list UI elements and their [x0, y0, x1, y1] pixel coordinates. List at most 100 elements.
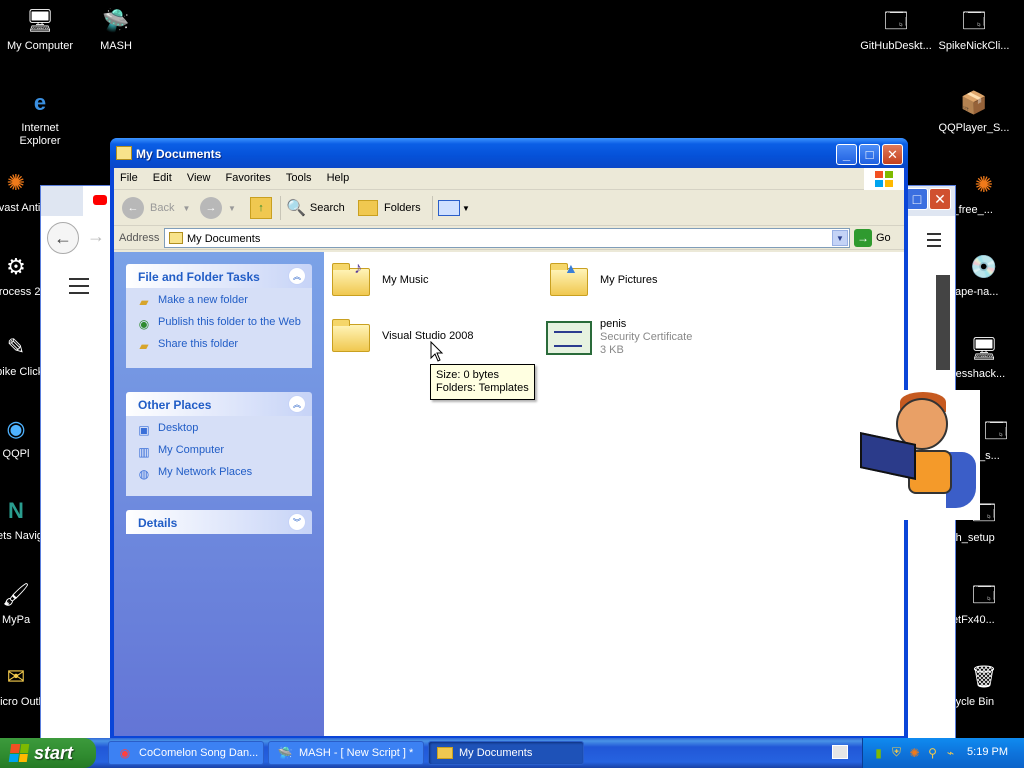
- browser-scrollbar-thumb[interactable]: [936, 275, 950, 370]
- shield-icon[interactable]: ⛨: [889, 745, 904, 760]
- desktop-icon-recycle-bin[interactable]: 🗑 ecycle Bin: [944, 660, 1024, 709]
- file-item-security-certificate[interactable]: penis Security Certificate 3 KB: [546, 318, 692, 357]
- menu-file[interactable]: File: [114, 168, 144, 184]
- desktop-icon-github-desktop[interactable]: 🗔 GitHubDeskt...: [856, 4, 936, 53]
- folder-item-my-music[interactable]: ♪ My Music: [330, 260, 428, 300]
- keyboard-icon[interactable]: [832, 745, 848, 759]
- taskbar-item-mash[interactable]: 🛸 MASH - [ New Script ] *: [268, 741, 424, 765]
- outlook-icon: ✉: [6, 663, 26, 689]
- my-network-places-link[interactable]: ◍ My Network Places: [136, 466, 302, 482]
- make-new-folder-link[interactable]: ▰ Make a new folder: [136, 294, 302, 310]
- qqplayer-icon: ◉: [6, 415, 26, 441]
- go-button[interactable]: → Go: [854, 229, 891, 247]
- panel-header[interactable]: File and Folder Tasks ︽: [126, 264, 312, 288]
- taskbar: start ◉ CoComelon Song Dan... 🛸 MASH - […: [0, 738, 1024, 768]
- close-button[interactable]: ✕: [882, 144, 903, 165]
- desktop-icon-mash[interactable]: 🛸 MASH: [76, 4, 156, 53]
- item-info: penis Security Certificate 3 KB: [600, 318, 692, 357]
- panel-body: ▣ Desktop ▥ My Computer ◍ My Network Pla…: [126, 416, 312, 496]
- folders-icon: [358, 200, 378, 216]
- chevron-down-icon: ▼: [228, 203, 236, 213]
- address-bar: Address My Documents ▼ → Go: [114, 226, 904, 250]
- my-computer-link[interactable]: ▥ My Computer: [136, 444, 302, 460]
- back-button[interactable]: ← Back ▼: [122, 196, 190, 220]
- forward-arrow-icon: →: [200, 197, 222, 219]
- clock[interactable]: 5:19 PM: [967, 746, 1008, 758]
- monitor-icon: 🖥: [970, 335, 998, 361]
- menu-view[interactable]: View: [181, 168, 217, 184]
- item-name: Visual Studio 2008: [382, 329, 474, 342]
- desktop-link[interactable]: ▣ Desktop: [136, 422, 302, 438]
- item-name: My Pictures: [600, 273, 658, 286]
- window-titlebar[interactable]: My Documents _ □ ✕: [110, 138, 908, 168]
- taskbar-item-my-documents[interactable]: My Documents: [428, 741, 584, 765]
- menu-edit[interactable]: Edit: [147, 168, 178, 184]
- folders-button[interactable]: Folders: [358, 196, 421, 220]
- address-dropdown-icon[interactable]: ▼: [832, 230, 848, 246]
- forward-button[interactable]: → ▼: [200, 196, 236, 220]
- toolbar-separator: [432, 196, 433, 220]
- installer-icon: 🗔: [972, 581, 996, 607]
- desktop-icon-spikenickclick[interactable]: 🗔 SpikeNickCli...: [934, 4, 1014, 53]
- browser-forward-icon[interactable]: →: [87, 226, 105, 247]
- views-button[interactable]: ▼: [438, 196, 470, 220]
- network-tray-icon[interactable]: ⌁: [943, 745, 958, 760]
- window-title: My Documents: [136, 147, 222, 161]
- tray-app-icon[interactable]: ▮: [871, 745, 886, 760]
- task-pane: File and Folder Tasks ︽ ▰ Make a new fol…: [114, 252, 324, 736]
- desktop-icon-avast-free[interactable]: ✺ st_free_...: [944, 168, 1024, 217]
- address-input[interactable]: My Documents ▼: [164, 228, 850, 248]
- browser-back-icon[interactable]: ←: [47, 222, 79, 254]
- music-folder-icon: ♪: [330, 260, 374, 300]
- publish-to-web-link[interactable]: ◉ Publish this folder to the Web: [136, 316, 302, 332]
- link-label: Share this folder: [158, 338, 239, 350]
- maximize-button[interactable]: □: [859, 144, 880, 165]
- window-body: File Edit View Favorites Tools Help ← Ba…: [114, 168, 904, 736]
- desktop-icon-internet-explorer[interactable]: e Internet Explorer: [0, 86, 80, 148]
- start-button[interactable]: start: [0, 738, 96, 768]
- menu-help[interactable]: Help: [321, 168, 356, 184]
- avast-icon: ✺: [6, 169, 26, 195]
- desktop-icon-label: scape-na...: [944, 286, 999, 298]
- browser-menu-icon[interactable]: [927, 233, 941, 251]
- desktop-icon-my-computer[interactable]: 🖥 My Computer: [0, 4, 80, 53]
- collapse-chevron-icon[interactable]: ︽: [288, 395, 306, 413]
- link-label: Desktop: [158, 422, 199, 434]
- desktop-icon-qqplayer-setup[interactable]: 📦 QQPlayer_S...: [934, 86, 1014, 135]
- share-folder-link[interactable]: ▰ Share this folder: [136, 338, 302, 354]
- menu-tools[interactable]: Tools: [280, 168, 318, 184]
- chevron-down-icon: ▼: [182, 203, 191, 213]
- desktop-icon-label: My Computer: [6, 40, 74, 52]
- link-label: My Network Places: [158, 466, 253, 478]
- browser-maximize-button[interactable]: □: [906, 188, 928, 210]
- folder-item-my-pictures[interactable]: ▲ My Pictures: [548, 260, 657, 300]
- search-button[interactable]: 🔍 Search: [286, 196, 345, 220]
- panel-header[interactable]: Details ︾: [126, 510, 312, 534]
- desktop-icon-netscape-nav[interactable]: 💿 scape-na...: [944, 250, 1024, 299]
- search-icon: 🔍: [286, 200, 306, 217]
- taskbar-item-cocomelon[interactable]: ◉ CoComelon Song Dan...: [108, 741, 264, 765]
- hamburger-menu-icon[interactable]: [69, 278, 89, 299]
- desktop-icon-label: SpikeNickCli...: [938, 40, 1010, 52]
- internet-explorer-icon: e: [33, 89, 47, 115]
- folder-item-visual-studio-2008[interactable]: Visual Studio 2008: [330, 316, 474, 356]
- desktop-icon-netfx40[interactable]: 🗔 NetFx40...: [944, 578, 1024, 627]
- search-tray-icon[interactable]: ⚲: [925, 745, 940, 760]
- my-documents-window[interactable]: My Documents _ □ ✕ File Edit View Favori…: [110, 138, 908, 738]
- certificate-icon: [546, 320, 592, 355]
- minimize-button[interactable]: _: [836, 144, 857, 165]
- youtube-icon: [93, 195, 107, 205]
- desktop-icon-label: ash_setup: [944, 532, 995, 544]
- folder-content-area: ♪ My Music ▲ My Pictures Visual Studio 2…: [324, 252, 904, 736]
- desktop-icon-processhacker[interactable]: 🖥 ocesshack...: [944, 332, 1024, 381]
- taskbar-item-label: My Documents: [459, 747, 533, 759]
- menu-favorites[interactable]: Favorites: [220, 168, 277, 184]
- browser-close-button[interactable]: ✕: [929, 188, 951, 210]
- up-folder-button[interactable]: ↑: [250, 196, 272, 220]
- desktop-icon-label: ocesshack...: [944, 368, 1006, 380]
- avast-tray-icon[interactable]: ✺: [907, 745, 922, 760]
- expand-chevron-icon[interactable]: ︾: [288, 513, 306, 531]
- installer-icon: 🗔: [984, 417, 1008, 443]
- collapse-chevron-icon[interactable]: ︽: [288, 267, 306, 285]
- panel-header[interactable]: Other Places ︽: [126, 392, 312, 416]
